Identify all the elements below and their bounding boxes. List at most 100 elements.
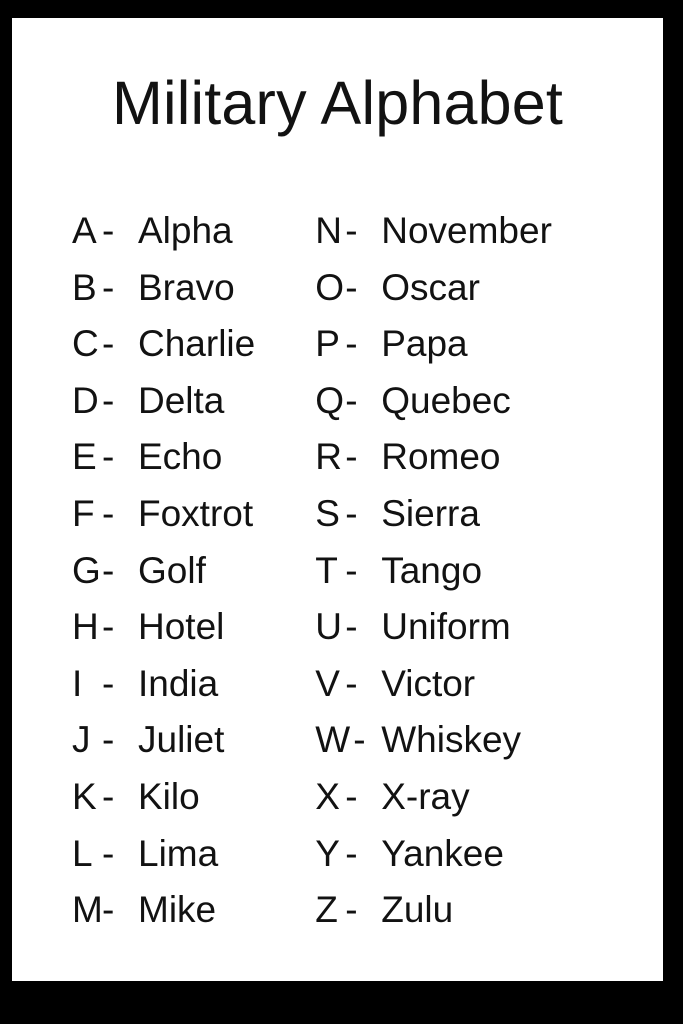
alphabet-codeword: Golf bbox=[138, 549, 206, 591]
alphabet-row: U - Uniform bbox=[315, 606, 552, 663]
alphabet-row: Z - Zulu bbox=[315, 889, 552, 946]
alphabet-codeword: Lima bbox=[138, 832, 219, 874]
alphabet-row: J - Juliet bbox=[72, 719, 255, 776]
alphabet-letter: V bbox=[315, 662, 340, 704]
alphabet-row: I - India bbox=[72, 663, 255, 720]
alphabet-letter: B bbox=[72, 266, 97, 308]
alphabet-letter: S bbox=[315, 492, 340, 534]
alphabet-separator: - bbox=[345, 436, 358, 478]
alphabet-row: P - Papa bbox=[315, 323, 552, 380]
alphabet-letter: A bbox=[72, 210, 97, 251]
alphabet-separator: - bbox=[102, 832, 115, 874]
alphabet-separator: - bbox=[102, 889, 115, 931]
alphabet-letter: X bbox=[315, 775, 340, 817]
alphabet-codeword: Echo bbox=[138, 436, 223, 478]
alphabet-row: C - Charlie bbox=[72, 323, 255, 380]
alphabet-row: V - Victor bbox=[315, 663, 552, 720]
alphabet-letter: R bbox=[315, 436, 342, 478]
alphabet-letter: W bbox=[315, 719, 351, 761]
alphabet-letter: D bbox=[72, 379, 99, 421]
alphabet-letter: T bbox=[315, 549, 338, 591]
alphabet-codeword: Foxtrot bbox=[138, 492, 254, 534]
alphabet-row: S - Sierra bbox=[315, 493, 552, 550]
alphabet-letter: K bbox=[72, 775, 97, 817]
alphabet-row: X - X-ray bbox=[315, 776, 552, 833]
alphabet-letter: H bbox=[72, 606, 99, 648]
alphabet-separator: - bbox=[102, 775, 115, 817]
alphabet-codeword: Hotel bbox=[138, 606, 225, 648]
alphabet-codeword: Victor bbox=[381, 662, 476, 704]
alphabet-codeword: Kilo bbox=[138, 775, 200, 817]
alphabet-separator: - bbox=[345, 549, 358, 591]
alphabet-separator: - bbox=[102, 719, 115, 761]
alphabet-letter: L bbox=[72, 832, 93, 874]
alphabet-separator: - bbox=[102, 266, 115, 308]
alphabet-row: A - Alpha bbox=[72, 210, 255, 267]
alphabet-separator: - bbox=[345, 832, 358, 874]
alphabet-row: L - Lima bbox=[72, 833, 255, 890]
alphabet-row: E - Echo bbox=[72, 436, 255, 493]
alphabet-separator: - bbox=[345, 379, 358, 421]
alphabet-codeword: Yankee bbox=[381, 832, 504, 874]
alphabet-codeword: Bravo bbox=[138, 266, 235, 308]
alphabet-letter: J bbox=[72, 719, 91, 761]
alphabet-codeword: Sierra bbox=[381, 492, 480, 534]
alphabet-letter: I bbox=[72, 662, 83, 704]
alphabet-codeword: Charlie bbox=[138, 323, 256, 365]
alphabet-separator: - bbox=[345, 775, 358, 817]
alphabet-separator: - bbox=[345, 662, 358, 704]
alphabet-separator: - bbox=[345, 492, 358, 534]
alphabet-letter: N bbox=[315, 210, 342, 251]
alphabet-codeword: Whiskey bbox=[381, 719, 522, 761]
poster-card: Military Alphabet A - Alpha B - Bravo C - Charli… bbox=[12, 18, 663, 981]
alphabet-codeword: Juliet bbox=[138, 719, 225, 761]
alphabet-letter: G bbox=[72, 549, 101, 591]
alphabet-separator: - bbox=[345, 323, 358, 365]
page-title: Military Alphabet bbox=[112, 69, 563, 137]
alphabet-letter: E bbox=[72, 436, 97, 478]
alphabet-codeword: Papa bbox=[381, 323, 468, 365]
alphabet-row: W - Whiskey bbox=[315, 719, 552, 776]
alphabet-row: D - Delta bbox=[72, 380, 255, 437]
alphabet-row: B - Bravo bbox=[72, 267, 255, 324]
alphabet-row: M - Mike bbox=[72, 889, 255, 946]
alphabet-separator: - bbox=[345, 266, 358, 308]
alphabet-codeword: Zulu bbox=[381, 889, 454, 931]
alphabet-letter: U bbox=[315, 606, 342, 648]
alphabet-letter: Z bbox=[315, 889, 338, 931]
alphabet-column-left: A - Alpha B - Bravo C - Charlie D - Delta E - Echo F - Fo… bbox=[72, 210, 255, 946]
alphabet-column-right: N - November O - Oscar P - Papa Q - Quebec R - Romeo S -… bbox=[315, 210, 552, 946]
alphabet-codeword: Romeo bbox=[381, 436, 501, 478]
alphabet-row: K - Kilo bbox=[72, 776, 255, 833]
alphabet-separator: - bbox=[102, 436, 115, 478]
alphabet-row: R - Romeo bbox=[315, 436, 552, 493]
alphabet-codeword: Oscar bbox=[381, 266, 480, 308]
alphabet-letter: Q bbox=[315, 379, 344, 421]
alphabet-letter: P bbox=[315, 323, 340, 365]
alphabet-codeword: Alpha bbox=[138, 210, 233, 251]
alphabet-codeword: Uniform bbox=[381, 606, 511, 648]
alphabet-letter: M bbox=[72, 889, 103, 931]
alphabet-letter: O bbox=[315, 266, 344, 308]
alphabet-row: Q - Quebec bbox=[315, 380, 552, 437]
alphabet-separator: - bbox=[345, 210, 358, 251]
alphabet-codeword: Mike bbox=[138, 889, 217, 931]
alphabet-separator: - bbox=[102, 662, 115, 704]
alphabet-separator: - bbox=[102, 323, 115, 365]
alphabet-separator: - bbox=[345, 606, 358, 648]
alphabet-codeword: Delta bbox=[138, 379, 225, 421]
alphabet-row: Y - Yankee bbox=[315, 833, 552, 890]
alphabet-row: F - Foxtrot bbox=[72, 493, 255, 550]
alphabet-separator: - bbox=[102, 210, 115, 251]
alphabet-codeword: Tango bbox=[381, 549, 483, 591]
alphabet-row: G - Golf bbox=[72, 550, 255, 607]
alphabet-row: T - Tango bbox=[315, 550, 552, 607]
alphabet-letter: Y bbox=[315, 832, 340, 874]
alphabet-separator: - bbox=[353, 719, 366, 761]
alphabet-separator: - bbox=[345, 889, 358, 931]
alphabet-codeword: Quebec bbox=[381, 379, 511, 421]
alphabet-letter: F bbox=[72, 492, 95, 534]
alphabet-codeword: X-ray bbox=[381, 775, 470, 817]
alphabet-letter: C bbox=[72, 323, 99, 365]
alphabet-codeword: India bbox=[138, 662, 219, 704]
